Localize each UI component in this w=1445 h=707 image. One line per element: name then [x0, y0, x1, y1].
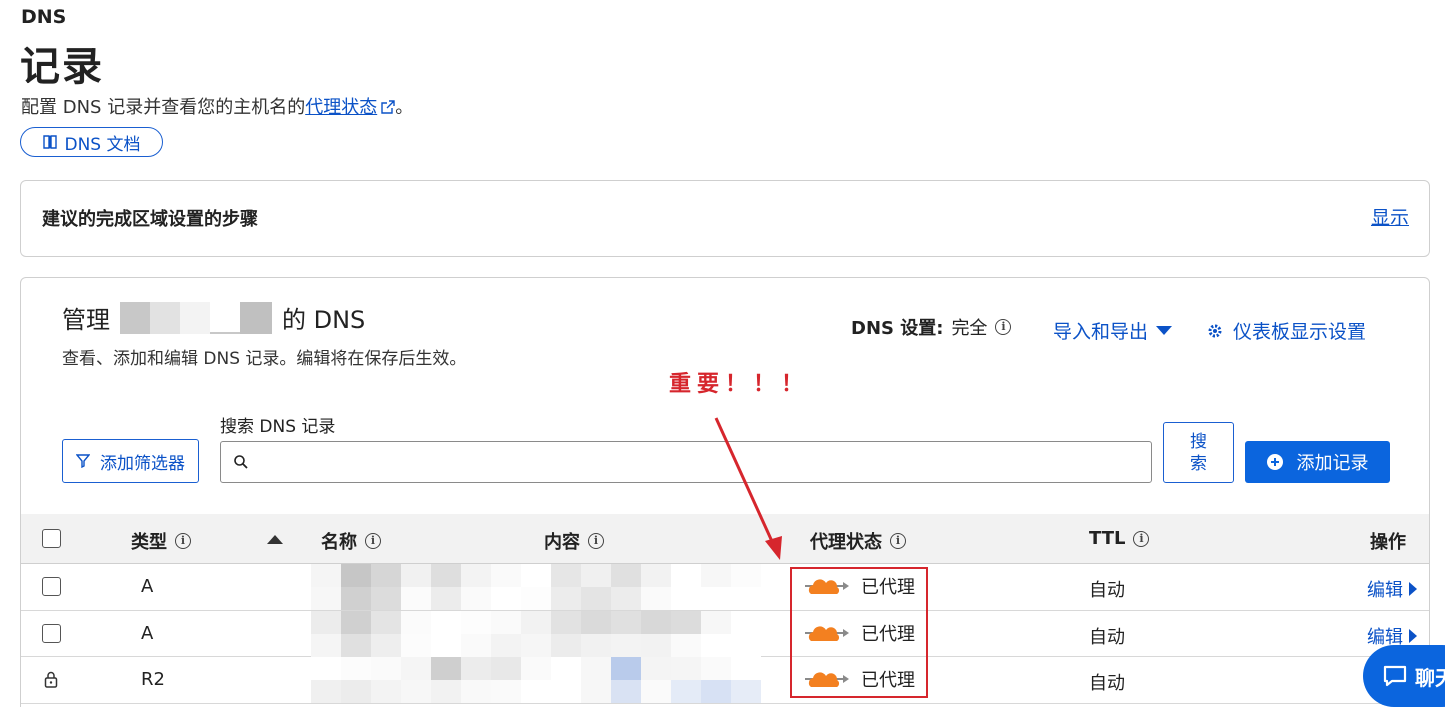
search-icon: [234, 455, 248, 469]
chat-button[interactable]: 聊天: [1363, 645, 1445, 707]
dns-docs-button[interactable]: DNS 文档: [20, 127, 163, 157]
edit-record-button[interactable]: 编辑: [1367, 576, 1417, 602]
dns-docs-label: DNS 文档: [64, 134, 141, 155]
record-type: A: [141, 576, 154, 597]
sort-ascending-icon[interactable]: [267, 535, 283, 544]
table-row[interactable]: A 已代理 自动 编辑: [21, 610, 1429, 657]
dashboard-settings-label: 仪表板显示设置: [1233, 321, 1367, 343]
dns-management-card: 管理 的 DNS 查看、添加和编辑 DNS 记录。编辑将在保存后生效。 DNS …: [20, 277, 1430, 707]
redacted-domain: [120, 301, 272, 334]
caret-down-icon: [1156, 326, 1173, 335]
annotation-highlight-box: [790, 567, 928, 698]
table-row[interactable]: A 已代理 自动 编辑: [21, 564, 1429, 611]
setup-steps-title: 建议的完成区域设置的步骤: [42, 209, 258, 230]
dns-setting-label: DNS 设置:: [851, 318, 944, 339]
table-row[interactable]: R2 已代理 自动: [21, 657, 1429, 704]
book-icon: [43, 135, 58, 149]
dns-records-table: 类型 i 名称 i 内容 i 代理状态 i TTL i 操作 A 已代理 自动 编辑 A: [21, 514, 1429, 704]
external-link-icon: [381, 100, 395, 114]
column-content[interactable]: 内容 i: [544, 528, 604, 554]
manage-title: 管理 的 DNS: [62, 300, 365, 335]
search-button[interactable]: 搜 索: [1163, 422, 1234, 483]
add-record-label: 添加记录: [1296, 453, 1369, 474]
column-proxy-label: 代理状态: [810, 532, 882, 553]
column-ttl-label: TTL: [1089, 528, 1126, 549]
chevron-right-icon: [1409, 628, 1417, 643]
column-type-label: 类型: [131, 532, 167, 553]
info-icon: i: [1133, 530, 1150, 547]
description-suffix: 。: [395, 97, 414, 118]
column-type[interactable]: 类型 i: [131, 528, 191, 554]
add-record-button[interactable]: 添加记录: [1245, 441, 1390, 483]
page-title: 记录: [20, 44, 104, 90]
breadcrumb: DNS: [21, 6, 67, 28]
manage-subtitle: 查看、添加和编辑 DNS 记录。编辑将在保存后生效。: [62, 349, 467, 369]
record-type: R2: [141, 669, 165, 690]
page-description: 配置 DNS 记录并查看您的主机名的代理状态。: [21, 93, 413, 119]
row-checkbox[interactable]: [42, 623, 61, 643]
redacted-name-content: [311, 610, 761, 657]
row-checkbox[interactable]: [42, 577, 61, 596]
setup-steps-card: 建议的完成区域设置的步骤 显示: [20, 180, 1430, 257]
redacted-name-content: [311, 657, 761, 703]
filter-icon: [76, 454, 90, 468]
info-icon[interactable]: i: [995, 319, 1012, 335]
lock-icon: [44, 671, 58, 688]
table-header: 类型 i 名称 i 内容 i 代理状态 i TTL i 操作: [21, 514, 1429, 564]
info-icon: i: [175, 533, 191, 549]
record-ttl: 自动: [1089, 673, 1125, 694]
record-ttl: 自动: [1089, 580, 1125, 601]
dns-setting: DNS 设置: 完全 i: [851, 314, 1012, 340]
annotation-important: 重要！！！: [669, 371, 810, 397]
dashboard-settings-link[interactable]: 仪表板显示设置: [1207, 317, 1366, 344]
redacted-name-content: [311, 564, 761, 610]
search-label: 搜索 DNS 记录: [220, 417, 336, 437]
plus-circle-icon: [1266, 454, 1283, 470]
add-filter-button[interactable]: 添加筛选器: [62, 439, 199, 483]
search-input[interactable]: [220, 441, 1152, 483]
dns-setting-value: 完全: [951, 318, 988, 339]
record-type: A: [141, 622, 154, 644]
manage-title-suffix: 的 DNS: [282, 306, 366, 334]
column-ttl[interactable]: TTL i: [1089, 528, 1150, 549]
proxy-status-link[interactable]: 代理状态: [305, 97, 377, 118]
column-name[interactable]: 名称 i: [321, 528, 381, 554]
chat-label: 聊天: [1415, 665, 1445, 690]
gear-icon: [1208, 324, 1222, 337]
chevron-right-icon: [1409, 582, 1417, 596]
select-all-checkbox[interactable]: [42, 529, 61, 548]
column-proxy[interactable]: 代理状态 i: [810, 528, 906, 554]
search-button-line1: 搜: [1190, 431, 1207, 452]
edit-label: 编辑: [1367, 580, 1403, 601]
add-filter-label: 添加筛选器: [100, 453, 185, 474]
show-steps-link[interactable]: 显示: [1371, 203, 1409, 230]
column-content-label: 内容: [544, 532, 580, 553]
search-button-line2: 索: [1190, 453, 1207, 474]
column-name-label: 名称: [321, 532, 357, 553]
info-icon: i: [588, 533, 604, 549]
record-ttl: 自动: [1089, 626, 1125, 648]
info-icon: i: [365, 533, 381, 549]
info-icon: i: [890, 533, 906, 549]
description-text: 配置 DNS 记录并查看您的主机名的: [21, 97, 306, 118]
column-actions-label: 操作: [1370, 532, 1406, 553]
import-export-menu[interactable]: 导入和导出: [1053, 317, 1173, 344]
import-export-label: 导入和导出: [1053, 321, 1149, 343]
column-actions: 操作: [1370, 528, 1406, 554]
manage-title-prefix: 管理: [62, 306, 110, 334]
chat-bubble-icon: [1383, 665, 1407, 687]
